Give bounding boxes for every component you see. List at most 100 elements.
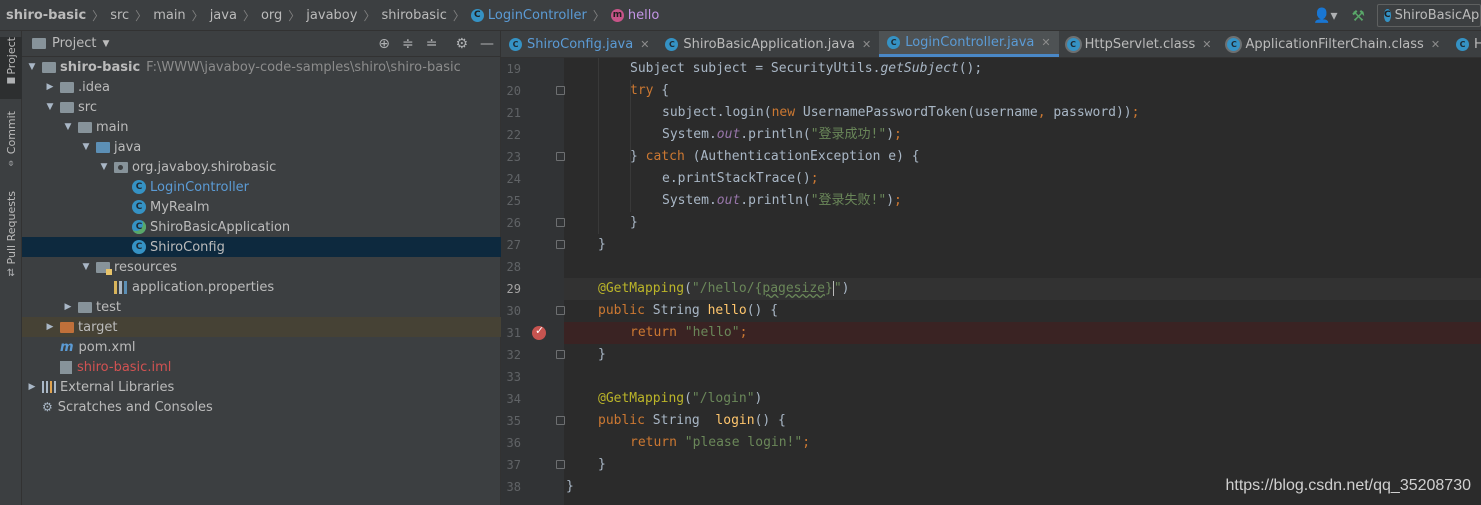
chevron-down-icon[interactable]: ▼ <box>44 102 56 112</box>
chevron-down-icon[interactable]: ▼ <box>80 262 92 272</box>
tree-item[interactable]: C ShiroBasicApplication <box>22 217 501 237</box>
chevron-down-icon[interactable]: ▼ <box>62 122 74 132</box>
user-icon[interactable]: 👤▾ <box>1313 8 1337 24</box>
tree-item[interactable]: ⚙ Scratches and Consoles <box>22 397 501 417</box>
tree-item[interactable]: ▼ main <box>22 117 501 137</box>
gear-icon[interactable]: ⚙ <box>455 36 468 52</box>
editor-tab[interactable]: C ApplicationFilterChain.class ✕ <box>1219 31 1448 57</box>
editor-tab[interactable]: C LoginController.java ✕ <box>879 31 1059 57</box>
code-token: () { <box>746 303 779 318</box>
gutter-line[interactable]: 26 <box>501 212 565 234</box>
project-panel-title[interactable]: Project <box>52 36 96 51</box>
commit-tool-button[interactable]: Commit ⌽ <box>0 111 22 173</box>
breadcrumb-item[interactable]: shirobasic <box>381 8 446 23</box>
gutter-line[interactable]: 22 <box>501 124 564 146</box>
gutter-line[interactable]: 34 <box>501 388 564 410</box>
pull-requests-tool-button[interactable]: Pull Requests ⇅ <box>0 191 22 283</box>
tree-item[interactable]: m pom.xml <box>22 337 501 357</box>
code-token: public <box>598 413 645 428</box>
tree-item[interactable]: ▶ External Libraries <box>22 377 501 397</box>
gutter-line[interactable]: 24 <box>501 168 564 190</box>
expand-all-icon[interactable]: ≑ <box>402 36 414 52</box>
editor-tab[interactable]: C Http11Processo <box>1448 31 1481 57</box>
editor-gutter[interactable]: 19 20 21 22 23 24 25 26 27 28 29 30 31 32 33 34 35 36 37 38 <box>501 58 565 505</box>
collapse-all-icon[interactable]: ≐ <box>426 36 438 52</box>
editor-tab[interactable]: C ShiroConfig.java ✕ <box>501 31 657 57</box>
tree-item[interactable]: ▼ shiro-basic F:\WWW\javaboy-code-samples\… <box>22 57 501 77</box>
code-token: ; <box>1131 105 1140 120</box>
breadcrumb-item[interactable]: javaboy <box>306 8 357 23</box>
chevron-right-icon[interactable]: ▶ <box>44 322 56 332</box>
close-icon[interactable]: ✕ <box>1202 38 1211 51</box>
hammer-icon[interactable]: ⚒ <box>1352 7 1365 25</box>
gutter-line[interactable]: 31 <box>501 322 564 344</box>
editor-tab[interactable]: C HttpServlet.class ✕ <box>1059 31 1220 57</box>
tree-item[interactable]: ▼ resources <box>22 257 501 277</box>
chevron-right-icon[interactable]: ▶ <box>44 82 56 92</box>
close-icon[interactable]: ✕ <box>862 38 871 51</box>
tree-item[interactable]: ▶ .idea <box>22 77 501 97</box>
gutter-line[interactable]: 36 <box>501 432 564 454</box>
breadcrumb-item[interactable]: main <box>153 8 185 23</box>
code-text: } <box>566 344 606 366</box>
project-tool-button[interactable]: Project ▀ <box>0 37 22 99</box>
gutter-line[interactable]: 27 <box>501 234 565 256</box>
gutter-line[interactable]: 23 <box>501 146 565 168</box>
line-number: 28 <box>506 260 521 274</box>
code-token: hello <box>707 303 747 318</box>
tree-item[interactable]: C ShiroConfig <box>22 237 501 257</box>
gutter-line[interactable]: 37 <box>501 454 565 476</box>
code-text: } <box>566 476 574 498</box>
chevron-down-icon[interactable]: ▼ <box>80 142 92 152</box>
breadcrumb-item[interactable]: src <box>110 8 129 23</box>
tree-item[interactable]: ▼ java <box>22 137 501 157</box>
gutter-line[interactable]: 35 <box>501 410 565 432</box>
code-token: UsernamePasswordToken(username <box>795 105 1038 120</box>
chevron-right-icon[interactable]: ▶ <box>26 382 38 392</box>
code-token: ( <box>684 281 692 296</box>
breadcrumb-item[interactable]: C LoginController <box>470 8 587 23</box>
gutter-line[interactable]: 21 <box>501 102 564 124</box>
tree-item[interactable]: shiro-basic.iml <box>22 357 501 377</box>
gutter-line[interactable]: 19 <box>501 58 564 80</box>
gutter-line[interactable]: 32 <box>501 344 565 366</box>
gutter-line[interactable]: 25 <box>501 190 564 212</box>
breadcrumb-item[interactable]: org <box>261 8 282 23</box>
code-editor[interactable]: 19 20 21 22 23 24 25 26 27 28 29 30 31 32 33 34 35 36 37 38… <box>501 58 1481 505</box>
code-area[interactable]: Subject subject = SecurityUtils.getSubje… <box>564 58 1481 505</box>
chevron-down-icon[interactable]: ▼ <box>26 62 38 72</box>
close-icon[interactable]: ✕ <box>1041 36 1050 49</box>
code-line: System.out.println("登录失败!"); <box>564 190 1481 212</box>
close-icon[interactable]: ✕ <box>1431 38 1440 51</box>
gutter-line[interactable]: 28 <box>501 256 564 278</box>
locate-icon[interactable]: ⊕ <box>378 36 390 52</box>
gutter-line[interactable]: 29 <box>501 278 564 300</box>
code-token: " <box>833 281 842 296</box>
gutter-line[interactable]: 30 <box>501 300 565 322</box>
breadcrumb-item[interactable]: m hello <box>610 8 659 23</box>
chevron-down-icon[interactable]: ▼ <box>102 39 109 49</box>
tree-item[interactable]: C LoginController <box>22 177 501 197</box>
close-icon[interactable]: ✕ <box>640 38 649 51</box>
chevron-down-icon[interactable]: ▼ <box>98 162 110 172</box>
tree-item[interactable]: ▶ test <box>22 297 501 317</box>
gutter-line[interactable]: 20 <box>501 80 565 102</box>
code-line: public String login() { <box>564 410 1481 432</box>
breadcrumb-item[interactable]: java <box>210 8 237 23</box>
minimize-icon[interactable]: — <box>480 36 494 52</box>
code-token: (); <box>958 61 983 76</box>
run-configuration-selector[interactable]: C ShiroBasicApp <box>1377 4 1481 27</box>
breadcrumb-item[interactable]: shiro-basic <box>6 8 86 23</box>
tree-item[interactable]: C MyRealm <box>22 197 501 217</box>
tree-item[interactable]: ▼ org.javaboy.shirobasic <box>22 157 501 177</box>
breakpoint-icon[interactable] <box>532 324 546 340</box>
tree-item[interactable]: ▶ target <box>22 317 501 337</box>
tree-item[interactable]: ▼ src <box>22 97 501 117</box>
gutter-line[interactable]: 38 <box>501 476 564 498</box>
chevron-right-icon[interactable]: ▶ <box>62 302 74 312</box>
gutter-line[interactable]: 33 <box>501 366 564 388</box>
editor-tab[interactable]: C ShiroBasicApplication.java ✕ <box>657 31 879 57</box>
tree-item[interactable]: application.properties <box>22 277 501 297</box>
breadcrumb-label: LoginController <box>487 8 587 23</box>
